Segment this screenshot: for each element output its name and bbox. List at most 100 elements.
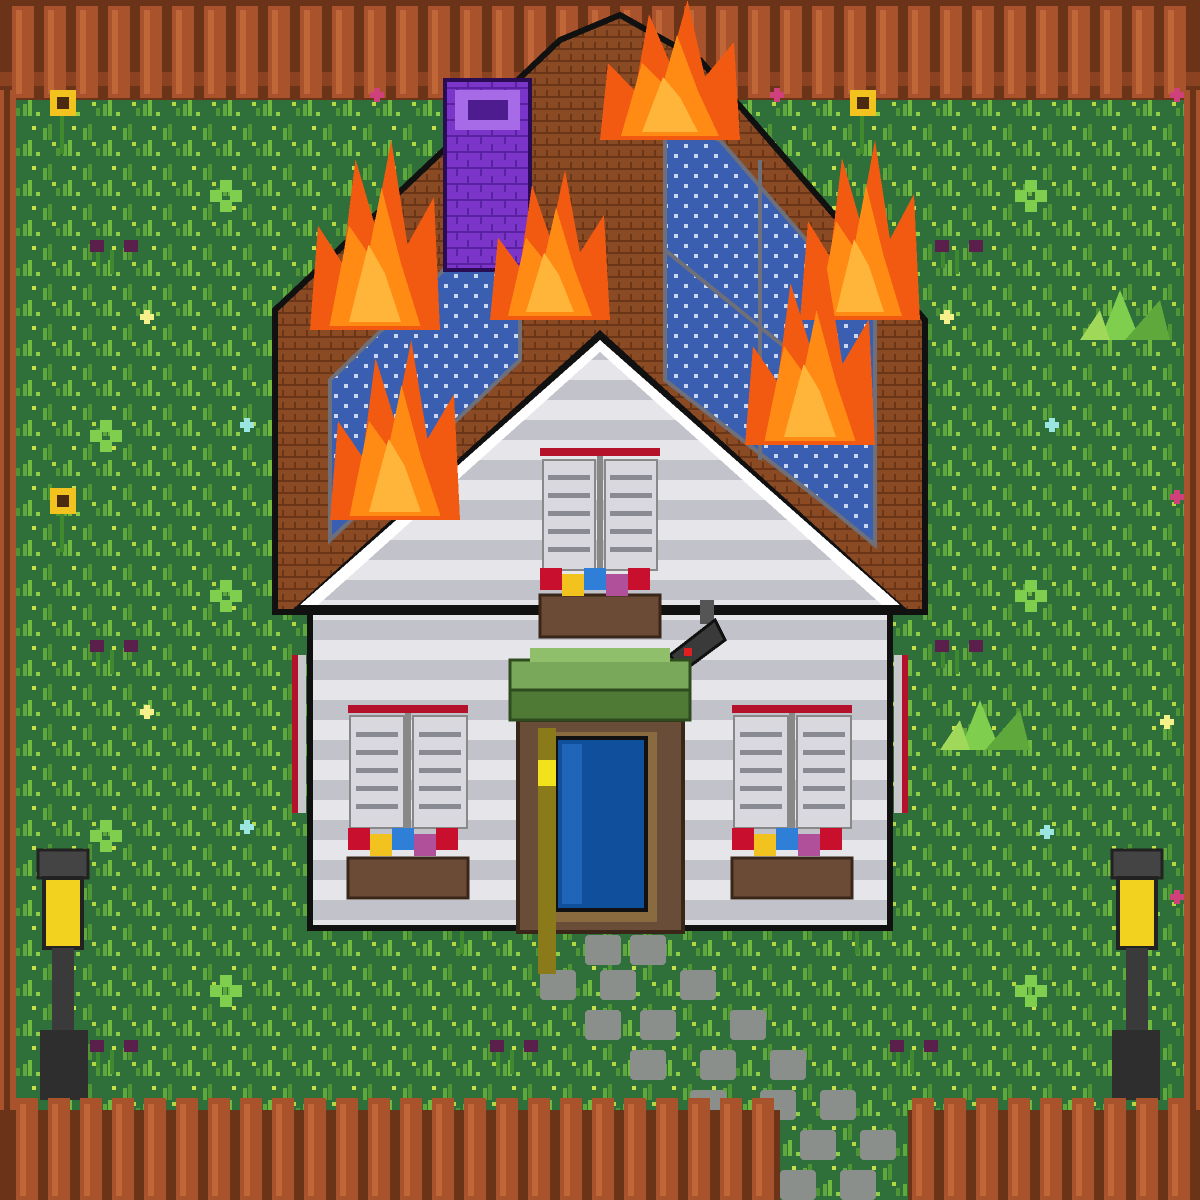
fence-picket xyxy=(876,6,898,98)
path-stone xyxy=(585,935,621,965)
fence-picket xyxy=(1168,1098,1190,1200)
fence-picket xyxy=(240,1098,262,1200)
planter-flower xyxy=(732,828,754,850)
fence-picket xyxy=(972,6,994,98)
path-stone xyxy=(600,970,636,1000)
path-stone xyxy=(730,1010,766,1040)
path-stone xyxy=(770,1050,806,1080)
planter-flower xyxy=(628,568,650,590)
path-stone xyxy=(680,970,716,1000)
fence-picket xyxy=(368,1098,390,1200)
fence-picket xyxy=(624,1098,646,1200)
fence-picket xyxy=(1072,1098,1094,1200)
fence-picket xyxy=(112,1098,134,1200)
planter-flower xyxy=(414,834,436,856)
fence-picket xyxy=(1132,6,1154,98)
fence-picket xyxy=(780,6,802,98)
fence-picket xyxy=(432,1098,454,1200)
fence-picket xyxy=(172,6,194,98)
fence-picket xyxy=(528,1098,550,1200)
fence-picket xyxy=(656,1098,678,1200)
fence-picket xyxy=(1104,1098,1126,1200)
path-stone xyxy=(540,970,576,1000)
upper-window xyxy=(540,448,660,572)
path-stone xyxy=(840,1170,876,1200)
right-planter xyxy=(730,856,854,900)
path-stone xyxy=(860,1130,896,1160)
left-planter xyxy=(346,856,470,900)
fence-picket xyxy=(144,1098,166,1200)
planter-flower xyxy=(584,568,606,590)
planter-flower xyxy=(754,834,776,856)
fence-picket xyxy=(304,1098,326,1200)
fence-picket xyxy=(364,6,386,98)
fence-picket xyxy=(272,1098,294,1200)
planter-flower xyxy=(370,834,392,856)
fence-picket xyxy=(108,6,130,98)
path-stone xyxy=(800,1130,836,1160)
planter-flower xyxy=(798,834,820,856)
bottom-fence xyxy=(0,1098,1200,1200)
fence-picket xyxy=(332,6,354,98)
fence-picket xyxy=(204,6,226,98)
path-stone xyxy=(700,1050,736,1080)
fence-picket xyxy=(80,1098,102,1200)
fence-picket xyxy=(48,1098,70,1200)
planter-flower xyxy=(820,828,842,850)
fence-picket xyxy=(336,1098,358,1200)
planter-flower xyxy=(606,574,628,596)
game-scene xyxy=(0,0,1200,1200)
fence-picket xyxy=(688,1098,710,1200)
fence-picket xyxy=(592,1098,614,1200)
porch-post xyxy=(538,728,556,974)
fence-picket xyxy=(1100,6,1122,98)
path-stone xyxy=(780,1170,816,1200)
fence-picket xyxy=(176,1098,198,1200)
fence-picket xyxy=(236,6,258,98)
path-stone xyxy=(630,935,666,965)
path-stone xyxy=(630,1050,666,1080)
fence-picket xyxy=(464,1098,486,1200)
fence-picket xyxy=(496,1098,518,1200)
fence-picket xyxy=(300,6,322,98)
fence-picket xyxy=(720,1098,742,1200)
upper-planter xyxy=(538,568,662,639)
fence-picket xyxy=(1008,1098,1030,1200)
fence-picket xyxy=(908,6,930,98)
fence-picket xyxy=(16,1098,38,1200)
fence-picket xyxy=(1164,6,1186,98)
path-stone xyxy=(585,1010,621,1040)
fence-picket xyxy=(976,1098,998,1200)
fence-picket xyxy=(400,1098,422,1200)
fence-picket xyxy=(268,6,290,98)
awning xyxy=(508,648,692,722)
fence-picket xyxy=(1136,1098,1158,1200)
path-stone xyxy=(640,1010,676,1040)
path-stone xyxy=(820,1090,856,1120)
fence-picket xyxy=(752,1098,774,1200)
fence-picket xyxy=(560,1098,582,1200)
fence-picket xyxy=(76,6,98,98)
fence-picket xyxy=(912,1098,934,1200)
planter-flower xyxy=(348,828,370,850)
fence-picket xyxy=(812,6,834,98)
fence-picket xyxy=(844,6,866,98)
planter-flower xyxy=(392,828,414,850)
chimney xyxy=(443,78,532,272)
fence-picket xyxy=(1004,6,1026,98)
fence-picket xyxy=(44,6,66,98)
fence-picket xyxy=(396,6,418,98)
fence-picket xyxy=(1036,6,1058,98)
fence-picket xyxy=(940,6,962,98)
planter-flower xyxy=(540,568,562,590)
fence-picket xyxy=(140,6,162,98)
planter-flower xyxy=(436,828,458,850)
fence-picket xyxy=(208,1098,230,1200)
fence-picket xyxy=(748,6,770,98)
fence-picket xyxy=(12,6,34,98)
fence-picket xyxy=(1068,6,1090,98)
planter-flower xyxy=(776,828,798,850)
fence-picket xyxy=(1040,1098,1062,1200)
planter-flower xyxy=(562,574,584,596)
fence-picket xyxy=(944,1098,966,1200)
